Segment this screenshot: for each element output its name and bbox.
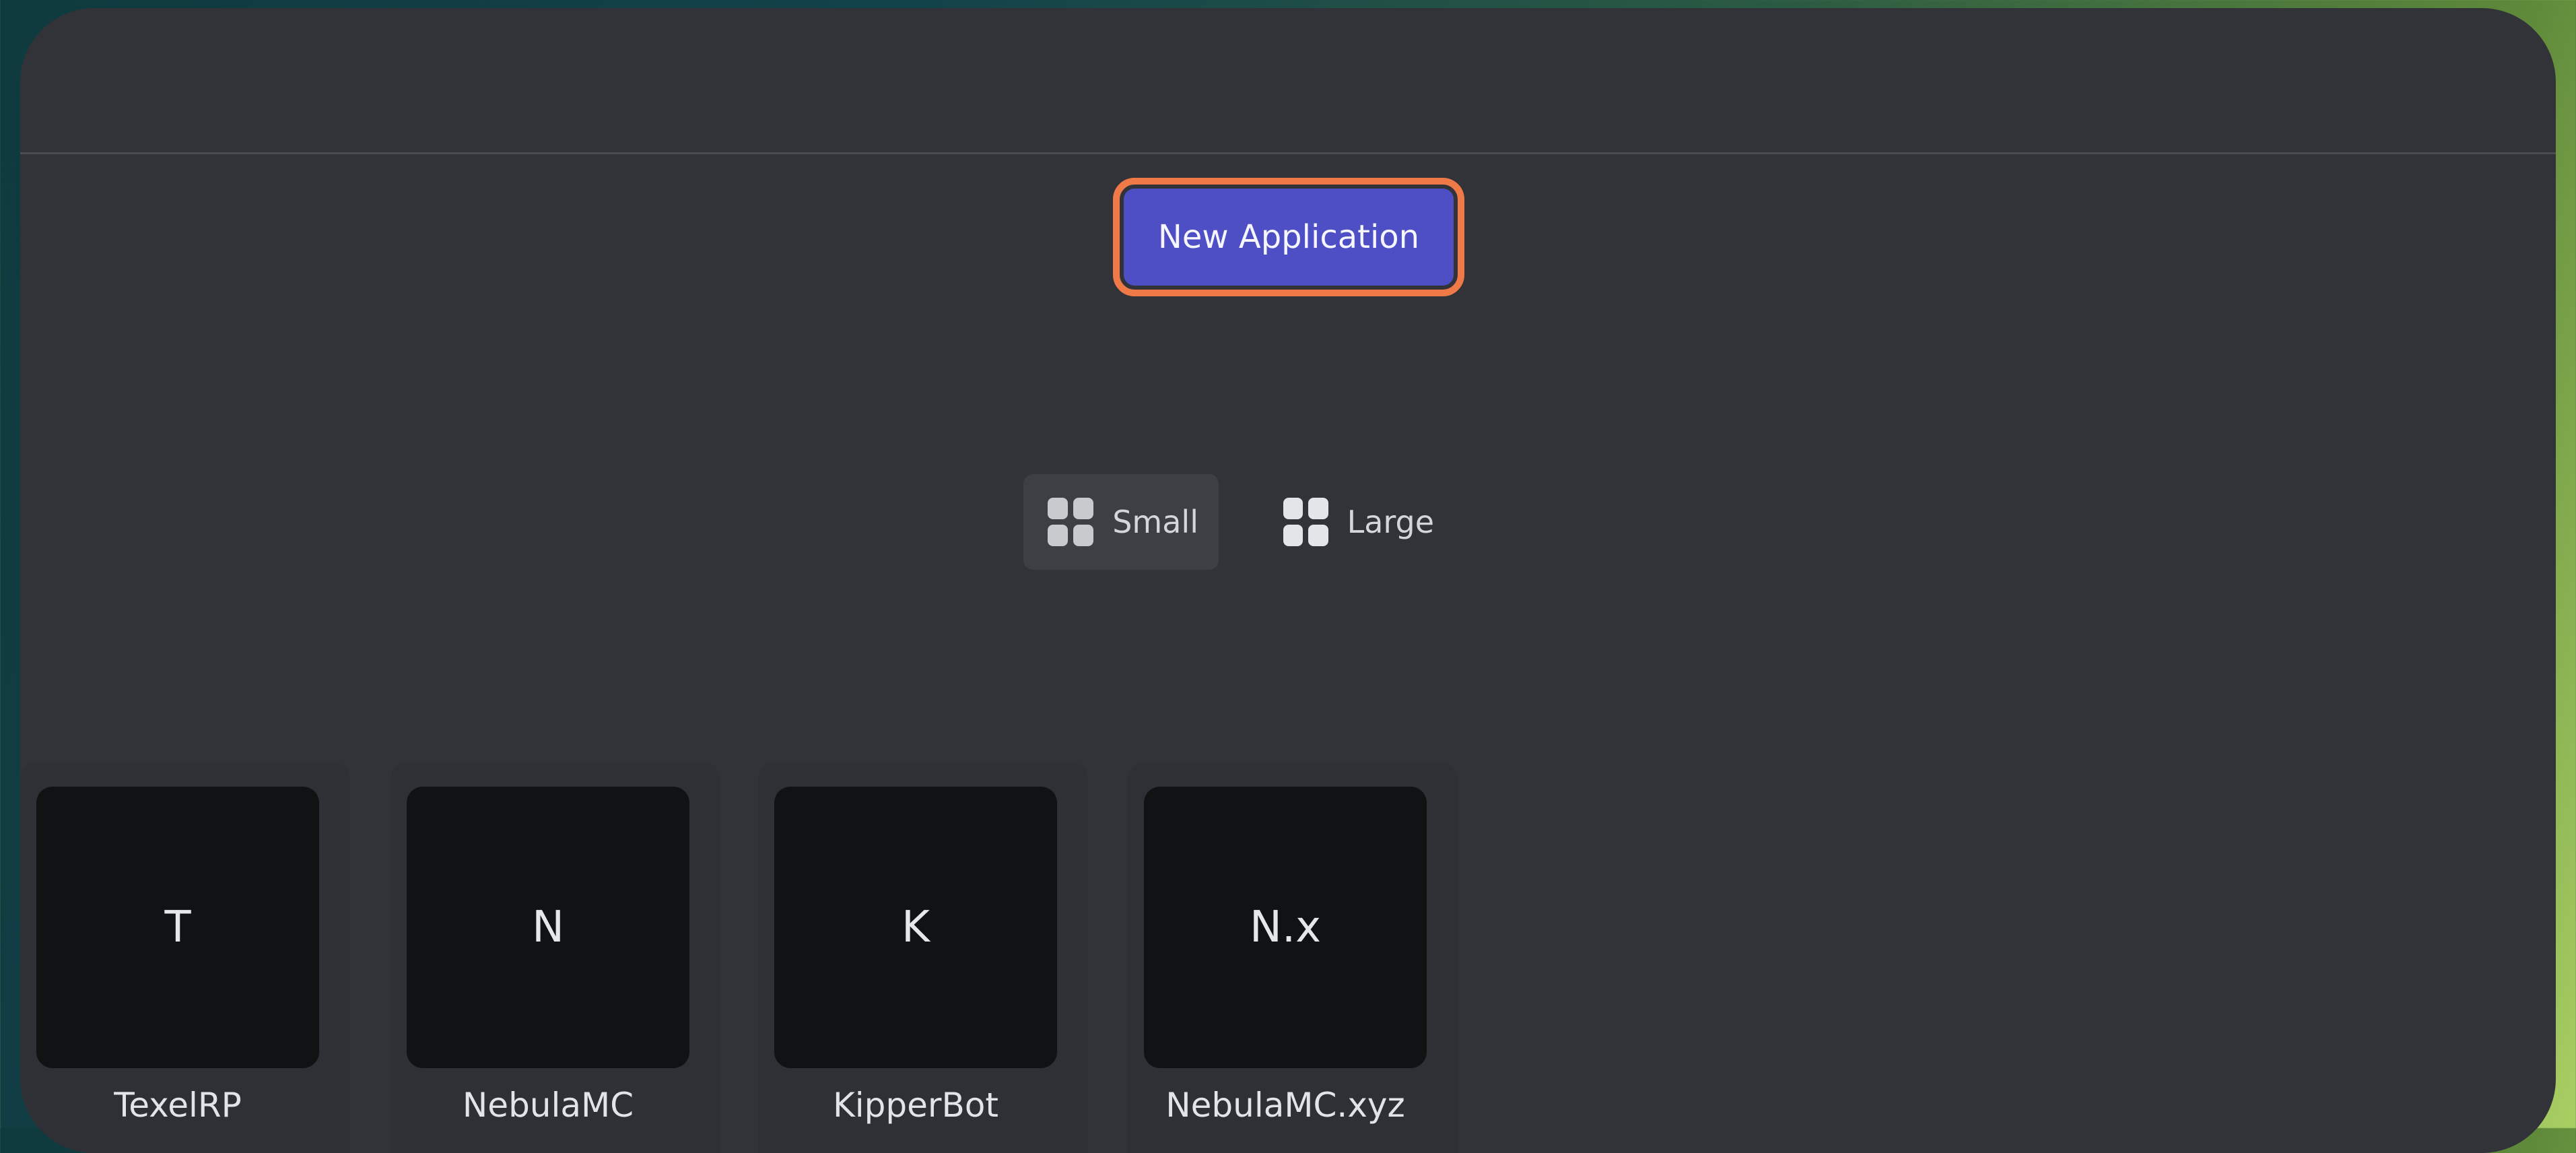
app-name: NebulaMC [462, 1086, 634, 1125]
app-avatar: T [36, 787, 319, 1068]
app-card-nebulamc[interactable]: N NebulaMC [391, 762, 720, 1153]
app-avatar: N.x [1144, 787, 1427, 1068]
app-name: KipperBot [833, 1086, 998, 1125]
app-initials: T [164, 902, 191, 952]
app-name: TexelRP [114, 1086, 242, 1125]
header [20, 8, 2556, 154]
grid-icon [1048, 498, 1094, 546]
view-large-label: Large [1347, 504, 1434, 540]
view-small-label: Small [1112, 504, 1198, 540]
app-name: NebulaMC.xyz [1165, 1086, 1405, 1125]
app-initials: K [902, 902, 930, 952]
grid-icon [1283, 498, 1328, 546]
view-large-toggle[interactable]: Large [1259, 474, 1454, 570]
new-application-button[interactable]: New Application [1124, 189, 1454, 286]
app-avatar: K [774, 787, 1057, 1068]
app-card-kipperbot[interactable]: K KipperBot [758, 762, 1088, 1153]
applications-panel: New Application Small Large T TexelRP N … [20, 8, 2556, 1153]
app-card-texelrp[interactable]: T TexelRP [20, 762, 350, 1153]
view-small-toggle[interactable]: Small [1023, 474, 1219, 570]
app-card-nebulamc-xyz[interactable]: N.x NebulaMC.xyz [1128, 762, 1458, 1153]
new-application-highlight: New Application [1113, 178, 1464, 296]
app-initials: N [532, 902, 564, 952]
app-avatar: N [407, 787, 689, 1068]
app-initials: N.x [1249, 902, 1322, 952]
